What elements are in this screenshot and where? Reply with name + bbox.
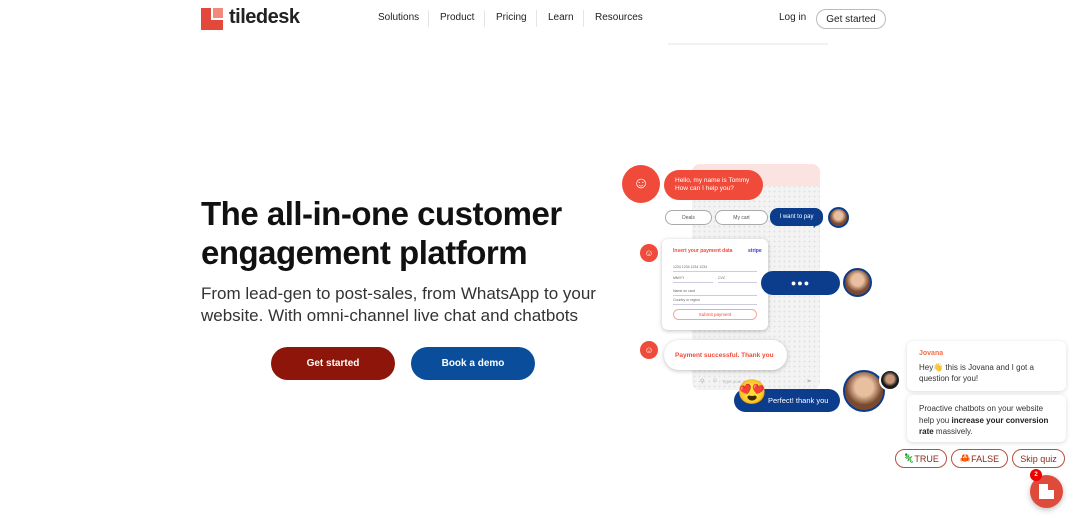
nav-product[interactable]: Product [440,12,474,23]
send-icon[interactable]: ➢ [806,377,812,385]
payment-card: Insert your payment data stripe 1234 123… [662,239,768,330]
cursor-click-icon: ➚ [812,220,821,231]
bot-icon: ☺ [640,244,658,262]
greeting-line: Hello, my name is Tommy [675,177,750,184]
submit-payment-button[interactable]: Submit payment [673,309,757,320]
message-text: massively. [933,427,973,436]
quiz-true-button[interactable]: 🦎 TRUE [895,449,947,468]
agent-message: Proactive chatbots on your website help … [907,395,1066,442]
unread-badge: 2 [1030,469,1042,481]
user-avatar [828,207,849,228]
button-label: FALSE [971,453,1000,464]
book-demo-button[interactable]: Book a demo [411,347,535,380]
name-field[interactable]: Name on card [673,289,757,296]
header-get-started-button[interactable]: Get started [816,9,886,29]
divider [583,10,584,27]
divider [484,10,485,27]
false-icon: 🦀 [959,453,972,463]
skip-quiz-button[interactable]: Skip quiz [1012,449,1065,468]
attach-icon[interactable]: ⚲ [700,378,704,385]
greeting-line: How can I help you? [675,185,734,192]
bot-greeting-bubble: Hello, my name is Tommy How can I help y… [664,170,763,200]
divider [536,10,537,27]
stripe-logo: stripe [748,248,762,254]
agent-avatar [879,369,901,391]
agent-message: Jovana Hey👋 this is Jovana and I got a q… [907,341,1066,391]
quiz-false-button[interactable]: 🦀 FALSE [951,449,1008,468]
bot-icon: ☺ [640,341,658,359]
nav-pricing[interactable]: Pricing [496,12,527,23]
country-select[interactable]: Country or region [673,298,757,305]
logo-text[interactable]: tiledesk [229,6,300,29]
heart-eyes-emoji-icon: 😍 [737,379,767,406]
login-link[interactable]: Log in [779,12,806,23]
divider [428,10,429,27]
agent-name: Jovana [919,350,944,357]
logo-icon[interactable] [201,8,223,30]
divider [668,43,828,45]
payment-title: Insert your payment data [673,248,733,254]
user-avatar [843,268,872,297]
tiledesk-chat-icon [1039,484,1054,499]
payment-success-bubble: Payment successful. Thank you [664,340,787,370]
button-label: TRUE [914,453,939,464]
hero-subtitle: From lead-gen to post-sales, from WhatsA… [201,284,596,325]
typing-indicator: ●●● [761,271,840,295]
expiry-field[interactable]: MM/YY [673,276,713,283]
hero-title: The all-in-one customer engagement platf… [201,195,562,271]
nav-solutions[interactable]: Solutions [378,12,419,23]
get-started-button[interactable]: Get started [271,347,395,380]
option-deals[interactable]: Deals [665,210,712,225]
cvc-field[interactable]: CVC [718,276,757,283]
emoji-icon[interactable]: ☺ [712,378,718,384]
true-icon: 🦎 [903,453,915,463]
message-text: Hey👋 this is Jovana and I got a question… [919,362,1034,384]
bot-icon: ☺ [622,165,660,203]
nav-resources[interactable]: Resources [595,12,643,23]
card-number-field[interactable]: 1234 1234 1234 1234 [673,265,757,272]
option-my-cart[interactable]: My cart [715,210,768,225]
nav-learn[interactable]: Learn [548,12,574,23]
